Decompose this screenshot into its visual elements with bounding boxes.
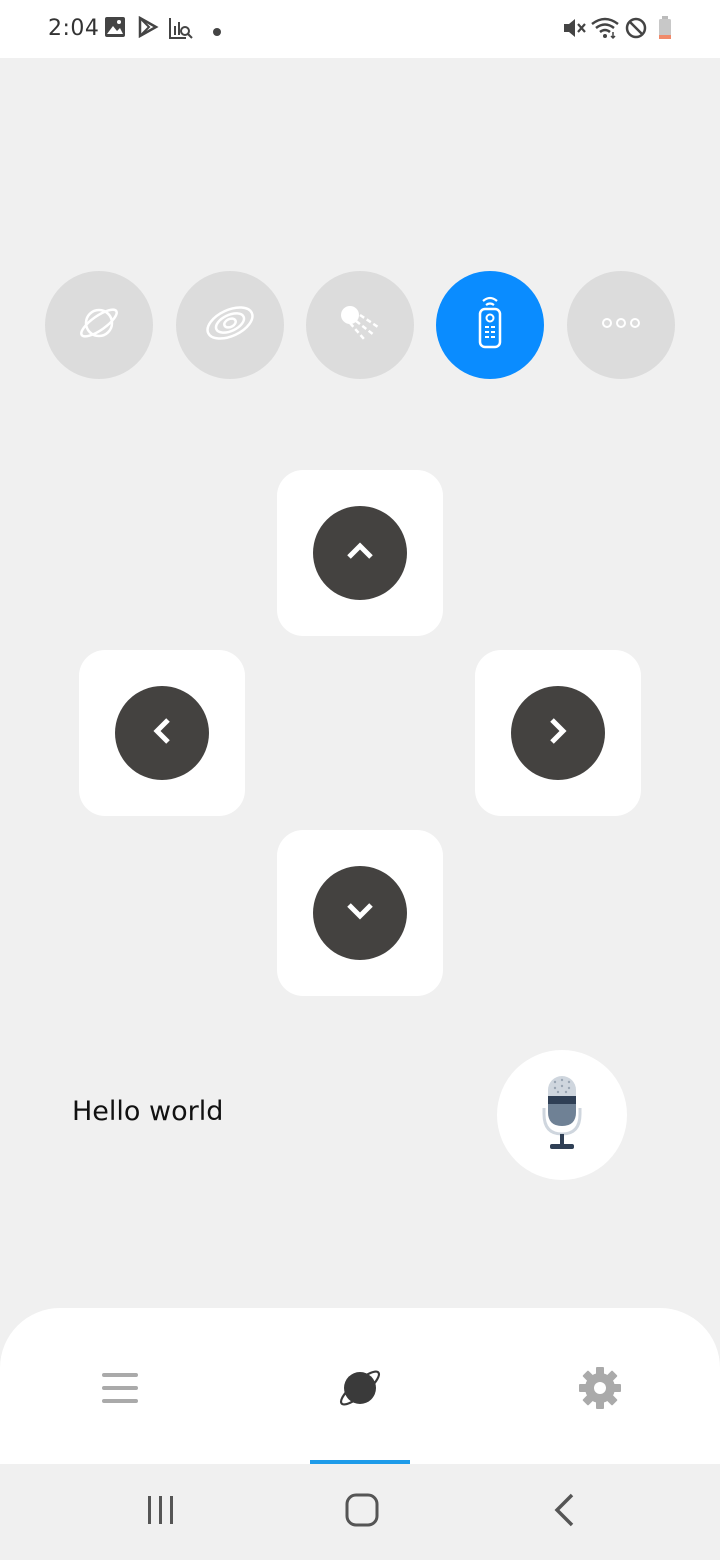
dpad-down-button[interactable] — [277, 830, 443, 996]
dpad-right-circle — [511, 686, 605, 780]
recent-apps-icon — [145, 1494, 177, 1531]
gear-icon — [578, 1366, 622, 1415]
tab-home[interactable] — [330, 1360, 390, 1420]
recent-apps-button[interactable] — [137, 1492, 185, 1532]
speech-text: Hello world — [72, 1096, 224, 1127]
planet-mode-button[interactable] — [45, 271, 153, 379]
status-bar: 2:04 — [0, 0, 720, 58]
image-icon — [104, 16, 126, 43]
battery-icon — [658, 16, 672, 45]
more-mode-button[interactable] — [567, 271, 675, 379]
galaxy-mode-button[interactable] — [176, 271, 284, 379]
back-button[interactable] — [540, 1492, 588, 1532]
microphone-icon — [540, 1074, 584, 1157]
status-time: 2:04 — [48, 16, 100, 41]
tab-settings[interactable] — [570, 1360, 630, 1420]
chevron-down-icon — [346, 901, 374, 926]
planet-icon — [77, 301, 121, 350]
dpad-left-circle — [115, 686, 209, 780]
dpad-down-circle — [313, 866, 407, 960]
dpad-right-button[interactable] — [475, 650, 641, 816]
do-not-disturb-icon — [624, 16, 648, 45]
mute-icon — [561, 16, 587, 45]
menu-icon — [101, 1371, 139, 1410]
dpad-left-button[interactable] — [79, 650, 245, 816]
remote-icon — [472, 295, 508, 356]
tab-menu[interactable] — [90, 1360, 150, 1420]
bottom-tab-bar — [0, 1308, 720, 1464]
comet-icon — [336, 301, 384, 350]
dpad-up-button[interactable] — [277, 470, 443, 636]
play-store-icon — [137, 15, 159, 43]
back-icon — [552, 1492, 576, 1533]
chevron-right-icon — [548, 717, 568, 750]
wifi-icon — [590, 16, 620, 45]
chevron-up-icon — [346, 541, 374, 566]
galaxy-icon — [203, 301, 257, 350]
dot-icon — [212, 24, 222, 42]
comet-mode-button[interactable] — [306, 271, 414, 379]
more-icon — [601, 316, 641, 334]
planet-icon — [336, 1364, 384, 1417]
microphone-button[interactable] — [497, 1050, 627, 1180]
dpad-up-circle — [313, 506, 407, 600]
remote-mode-button[interactable] — [436, 271, 544, 379]
analytics-icon — [168, 16, 194, 45]
home-icon — [344, 1492, 380, 1533]
system-nav-bar — [0, 1464, 720, 1560]
chevron-left-icon — [152, 717, 172, 750]
home-button[interactable] — [338, 1492, 386, 1532]
